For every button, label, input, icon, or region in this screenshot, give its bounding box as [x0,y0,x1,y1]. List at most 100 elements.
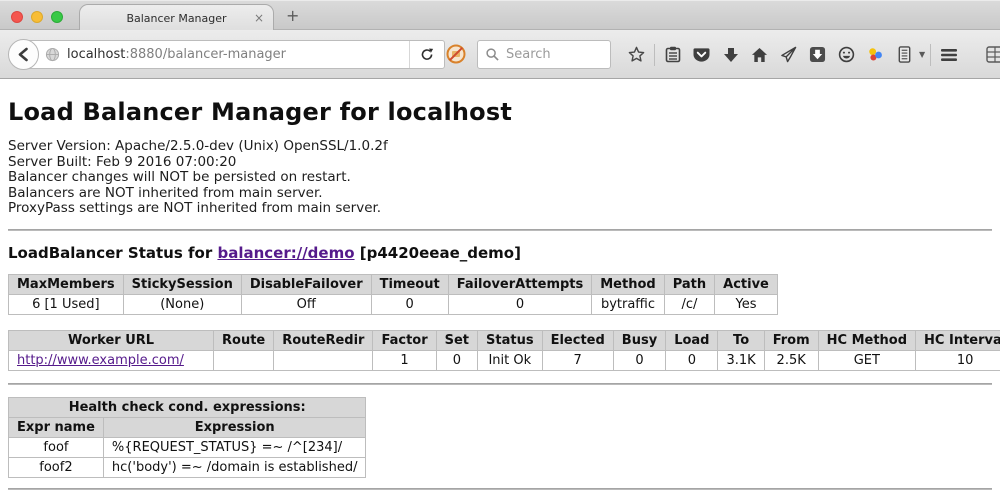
col-load: Load [666,330,718,350]
col-to: To [718,330,764,350]
balancer-section-heading: LoadBalancer Status for balancer://demo … [8,244,992,262]
url-text[interactable]: localhost:8880/balancer-manager [67,47,409,62]
content-block-icon [446,44,466,64]
health-table-title: Health check cond. expressions: [9,397,366,417]
reload-icon [420,47,434,62]
balancer-status-table: MaxMembers StickySession DisableFailover… [8,274,778,315]
smiley-icon [838,46,855,63]
col-hc-method: HC Method [818,330,915,350]
reading-list-icon [665,46,681,63]
persist-notice-line: Balancer changes will NOT be persisted o… [8,170,992,186]
feedback-button[interactable] [832,40,861,69]
cell-worker-url: http://www.example.com/ [9,350,214,370]
col-timeout: Timeout [371,274,448,294]
col-active: Active [715,274,778,294]
pocket-icon [693,47,710,63]
close-window-button[interactable] [11,11,23,23]
health-expr-row: foof %{REQUEST_STATUS} =~ /^[234]/ [9,437,366,457]
toolbar-separator [930,44,931,66]
tab-grid-icon [986,46,1000,63]
send-button[interactable] [774,40,803,69]
health-check-table: Health check cond. expressions: Expr nam… [8,397,366,478]
worker-row: http://www.example.com/ 1 0 Init Ok 7 0 … [9,350,1000,370]
clipper-dropdown-caret-icon[interactable]: ▼ [919,50,925,59]
col-busy: Busy [613,330,665,350]
extension-dots-button[interactable] [861,40,890,69]
menu-button[interactable] [934,40,963,69]
cell-method: bytraffic [592,294,664,314]
cell-stickysession: (None) [123,294,241,314]
hamburger-menu-icon [940,48,958,62]
url-bar[interactable]: localhost:8880/balancer-manager [24,40,445,69]
bookmark-star-icon [628,46,645,63]
heading-prefix: LoadBalancer Status for [8,244,217,262]
new-tab-button[interactable]: + [286,6,299,25]
balancer-link[interactable]: balancer://demo [217,244,354,262]
save-panel-icon [809,46,826,63]
col-method: Method [592,274,664,294]
col-maxmembers: MaxMembers [9,274,124,294]
cell-load: 0 [666,350,718,370]
col-status: Status [478,330,543,350]
cell-failoverattempts: 0 [448,294,592,314]
reload-button[interactable] [409,41,444,68]
divider [8,383,992,385]
send-plane-icon [780,46,797,63]
cell-active: Yes [715,294,778,314]
cell-hc-interval: 10 [916,350,1000,370]
col-route: Route [214,330,274,350]
col-stickysession: StickySession [123,274,241,294]
table-title-row: Health check cond. expressions: [9,397,366,417]
save-panel-button[interactable] [803,40,832,69]
table-header-row: MaxMembers StickySession DisableFailover… [9,274,778,294]
col-worker-url: Worker URL [9,330,214,350]
tab-balancer-manager[interactable]: Balancer Manager × [79,4,274,31]
divider [8,488,992,490]
cell-expr-name: foof2 [9,457,104,477]
cell-expression: %{REQUEST_STATUS} =~ /^[234]/ [103,437,366,457]
heading-suffix: [p4420eeae_demo] [355,244,521,262]
tab-grid-button[interactable] [980,40,1000,69]
cell-from: 2.5K [764,350,818,370]
cell-routeredir [274,350,373,370]
worker-url-link[interactable]: http://www.example.com/ [17,353,184,368]
back-arrow-icon [16,47,31,62]
back-button[interactable] [8,39,39,70]
proxypass-notice-line: ProxyPass settings are NOT inherited fro… [8,201,992,217]
clipper-icon [897,46,912,63]
download-button[interactable] [716,40,745,69]
bookmark-star-button[interactable] [622,40,651,69]
clipper-button[interactable] [890,40,919,69]
cell-route [214,350,274,370]
cell-expr-name: foof [9,437,104,457]
cell-factor: 1 [373,350,436,370]
worker-table: Worker URL Route RouteRedir Factor Set S… [8,330,1000,371]
toolbar-icon-strip: ▼ [622,40,1000,69]
search-icon [486,48,499,61]
reading-list-button[interactable] [658,40,687,69]
table-header-row: Expr name Expression [9,417,366,437]
cell-status: Init Ok [478,350,543,370]
search-bar[interactable]: Search [477,40,611,69]
content-block-button[interactable] [446,44,466,68]
globe-icon [45,47,60,62]
tab-close-icon[interactable]: × [254,11,264,25]
health-expr-row: foof2 hc('body') =~ /domain is establish… [9,457,366,477]
home-button[interactable] [745,40,774,69]
col-expression: Expression [103,417,366,437]
col-from: From [764,330,818,350]
toolbar-separator [654,44,655,66]
cell-hc-method: GET [818,350,915,370]
cell-busy: 0 [613,350,665,370]
cell-disablefailover: Off [241,294,371,314]
cell-timeout: 0 [371,294,448,314]
minimize-window-button[interactable] [31,11,43,23]
col-disablefailover: DisableFailover [241,274,371,294]
zoom-window-button[interactable] [51,11,63,23]
server-built-line: Server Built: Feb 9 2016 07:00:20 [8,155,992,171]
home-icon [751,47,768,63]
col-failoverattempts: FailoverAttempts [448,274,592,294]
cell-path: /c/ [664,294,714,314]
pocket-button[interactable] [687,40,716,69]
cell-to: 3.1K [718,350,764,370]
